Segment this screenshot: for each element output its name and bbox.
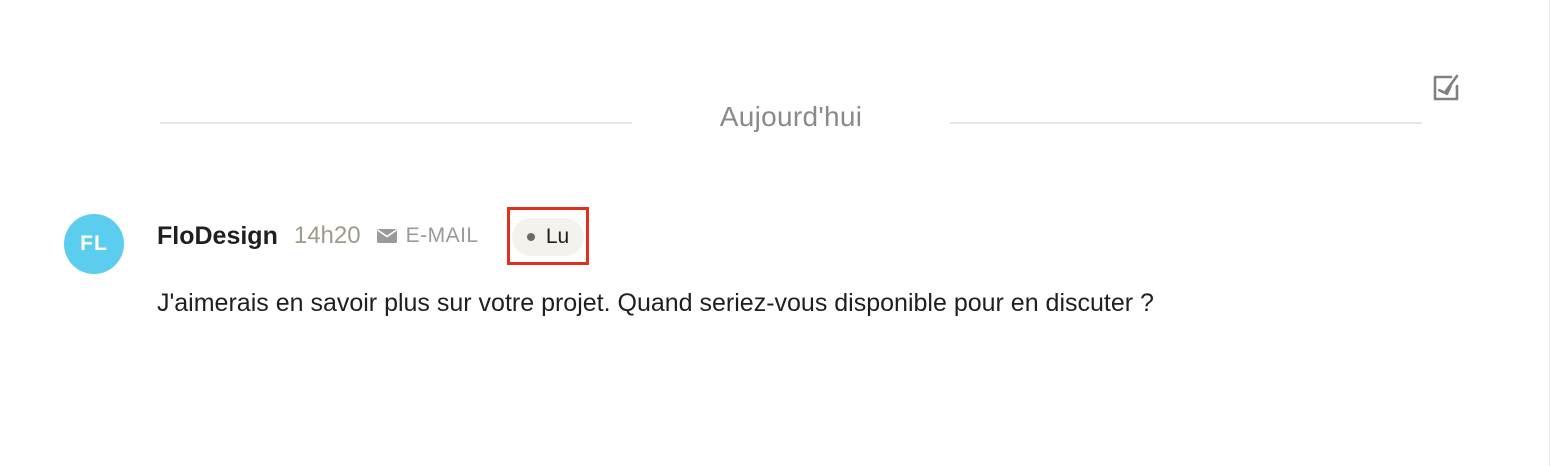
- avatar[interactable]: FL: [64, 214, 124, 274]
- message-body: J'aimerais en savoir plus sur votre proj…: [157, 289, 1154, 317]
- divider-line-right: [950, 122, 1422, 124]
- envelope-icon: [376, 228, 397, 244]
- channel-label: E-MAIL: [405, 224, 479, 247]
- divider-line-left: [160, 122, 632, 124]
- status-highlight-box: [507, 207, 589, 265]
- date-divider-label: Aujourd'hui: [719, 101, 863, 132]
- panel-border: [1549, 0, 1550, 466]
- channel-indicator: E-MAIL: [376, 224, 479, 248]
- message-header: FloDesign 14h20 E-MAIL: [157, 212, 479, 260]
- date-divider: Aujourd'hui: [160, 96, 1422, 140]
- message-time: 14h20: [293, 222, 361, 249]
- sender-name[interactable]: FloDesign: [157, 222, 278, 251]
- checkbox-arrow-icon[interactable]: [1428, 70, 1464, 106]
